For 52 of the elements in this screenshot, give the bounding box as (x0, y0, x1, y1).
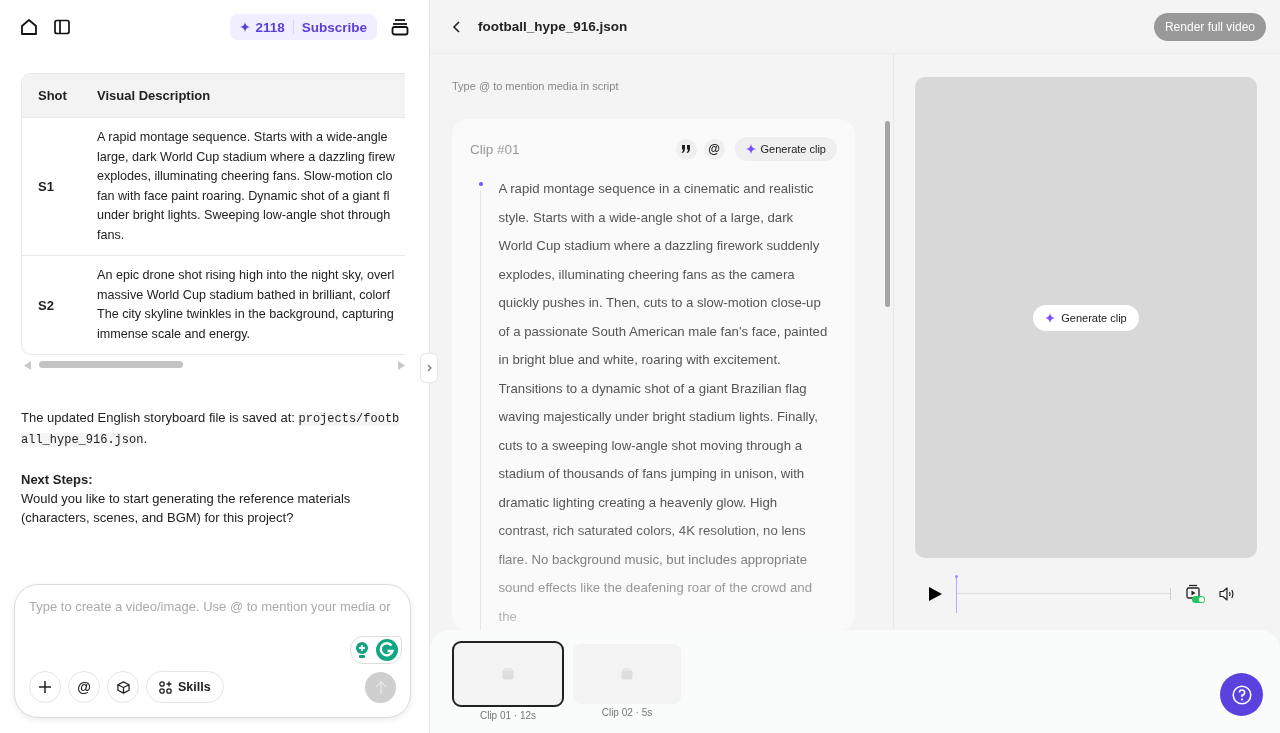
autoplay-toggle-icon[interactable] (1185, 584, 1205, 604)
quote-icon (681, 145, 692, 153)
generate-clip-button[interactable]: Generate clip (1033, 304, 1139, 331)
table-cell-text: S2 (37, 297, 55, 313)
table-cell-text: under bright lights. Sweeping low-angle shot through (97, 207, 391, 224)
chevron-right-icon (426, 364, 432, 372)
volume-icon[interactable] (1219, 587, 1235, 601)
table-cell-text: A rapid montage sequence. Starts with a wide-angle (97, 129, 388, 146)
clip-caption: Clip 02 · 5s (601, 707, 653, 718)
subscribe-link[interactable]: Subscribe (301, 19, 367, 35)
generate-clip-button[interactable]: Generate clip (734, 137, 837, 161)
home-icon[interactable] (20, 18, 38, 36)
sparkle-icon (745, 144, 756, 154)
section-heading: Next Steps: (21, 471, 94, 489)
message-text: The updated English storyboard file is saved at: projects/football_hype_916.json. (21, 409, 401, 449)
back-icon[interactable] (452, 20, 460, 33)
quote-button[interactable] (675, 138, 697, 160)
clip-caption: Clip 01 · 12s (479, 710, 537, 721)
writing-assistant-widget[interactable] (350, 636, 402, 664)
mention-button[interactable]: @ (703, 138, 725, 160)
table-cell-text: explodes, illuminating cheering fans. Slow-motion clo (97, 168, 393, 185)
credit-count: 2118 (255, 19, 285, 35)
stack-icon[interactable] (391, 18, 409, 36)
sparkle-icon (240, 22, 251, 32)
table-cell-text: fans. (97, 226, 125, 244)
table-cell-text: immense scale and energy. (97, 325, 251, 343)
question-icon (1231, 684, 1252, 705)
table-cell-text: S1 (37, 179, 55, 194)
table-cell-text: fan with face paint roaring. Dynamic shot of a giant fl (97, 187, 390, 205)
sidebar-icon[interactable] (54, 19, 70, 35)
column-header: Shot (37, 88, 68, 103)
column-header: Visual Description (97, 88, 211, 103)
table-cell-text: massive World Cup stadium bathed in brilliant, colorf (97, 286, 391, 304)
plus-icon (39, 681, 51, 693)
play-icon[interactable] (929, 587, 942, 601)
message-text: Would you like to start generating the reference materials (characters, scenes, and BGM) for this project? (21, 490, 352, 527)
sparkle-icon (1045, 312, 1056, 323)
grid-icon (159, 680, 172, 694)
prompt-field[interactable]: Type to create a video/image. Use @ to mention your media or (29, 599, 401, 614)
table-cell-text: An epic drone shot rising high into the night sky, overl (97, 267, 395, 284)
scrollbar-thumb[interactable] (39, 361, 183, 368)
cube-icon (116, 680, 130, 694)
table-cell-text: large, dark World Cup stadium where a dazzling firew (97, 148, 395, 166)
playback-track[interactable] (956, 575, 1171, 613)
clip-label: Clip #01 (470, 141, 520, 157)
grammar-check-icon (375, 639, 398, 661)
clip-script-text[interactable]: A rapid montage sequence in a cinematic and realistic style. Starts with a wide-angle shot of a large, dark World Cup stadium where a dazzling firework suddenly explodes, illuminating cheering fans as the camera quickly pushes in. Then, cuts to a slow-motion close-up of a passionate South American male fan's face, painted in bright blue and white, roaring with excitement. Transitions to a dynamic shot of a giant Brazilian flag waving majestically under bright stadium lights. Finally, cuts to a sweeping low-angle shot moving through a stadium of thousands of fans jumping in unison, with dramatic lighting creating a heavenly glow. High contrast, rich saturated colors, 4K resolution, no lens flare. No background music, but includes appropriate sound effects like the deafening roar of the crowd and the (498, 175, 831, 630)
table-cell-text: The city skyline twinkles in the background, capturing (97, 306, 394, 323)
hint-text: Type @ to mention media in script (452, 80, 620, 92)
expand-handle[interactable] (420, 353, 438, 383)
lightbulb-icon (354, 641, 369, 659)
file-title: football_hype_916.json (478, 19, 628, 34)
